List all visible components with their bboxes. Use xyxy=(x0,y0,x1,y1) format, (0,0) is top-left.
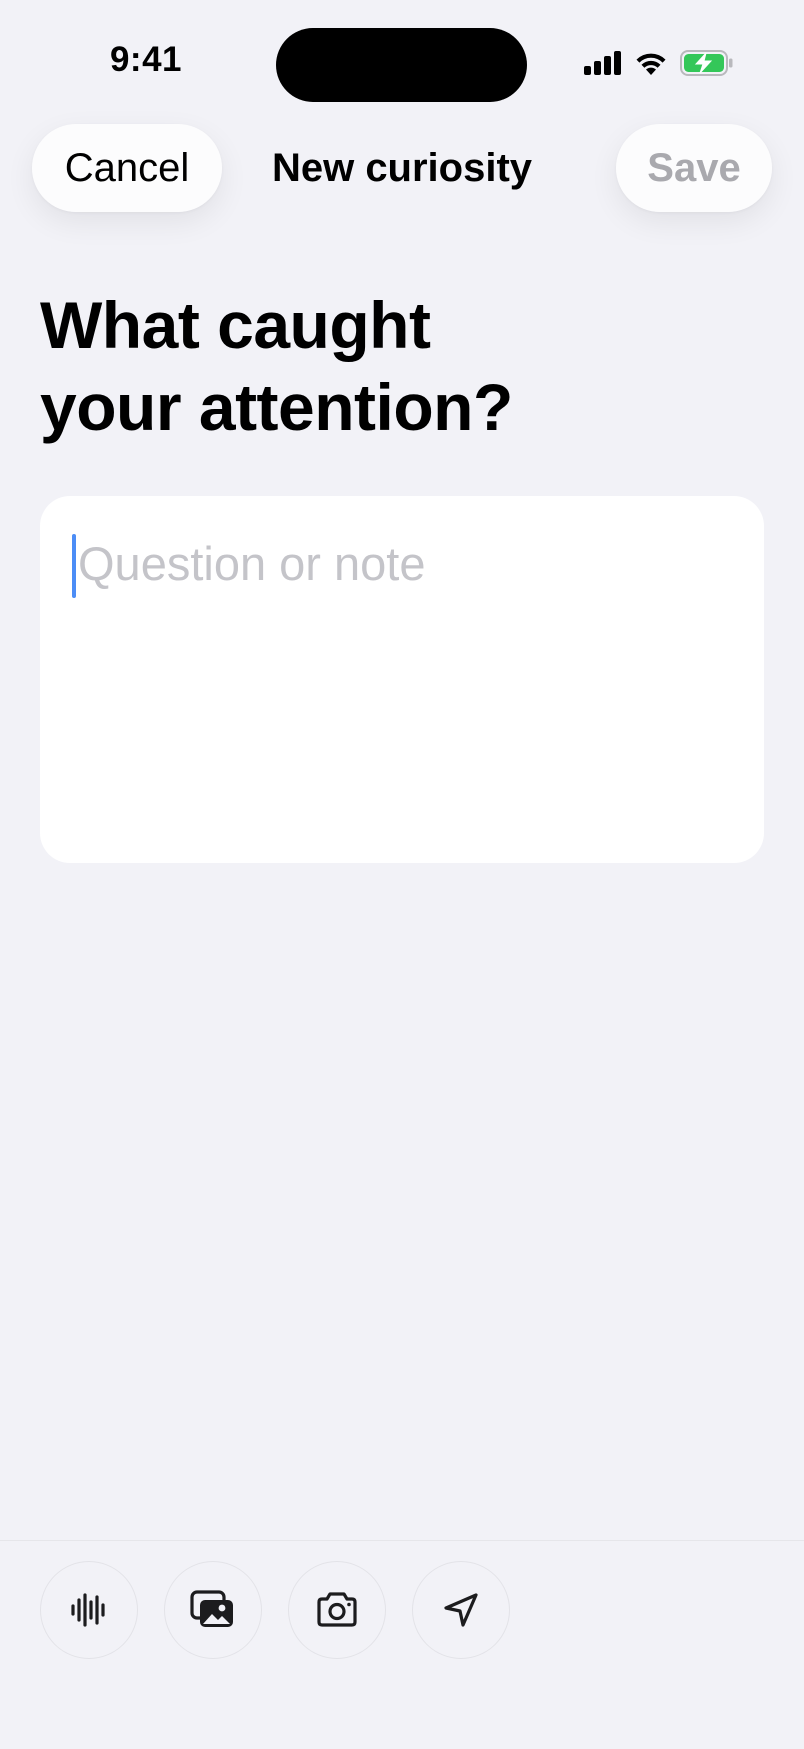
photos-icon xyxy=(190,1590,236,1630)
navigation-bar: Cancel New curiosity Save xyxy=(0,124,804,212)
record-audio-button[interactable] xyxy=(40,1561,138,1659)
new-curiosity-screen: 9:41 Cancel New curiosity Save What caug… xyxy=(0,0,804,1749)
text-caret xyxy=(72,534,76,598)
status-time: 9:41 xyxy=(109,40,183,79)
wifi-icon xyxy=(634,51,668,76)
dynamic-island xyxy=(276,28,527,102)
add-location-button[interactable] xyxy=(412,1561,510,1659)
page-heading: What caught your attention? xyxy=(40,284,740,448)
location-arrow-icon xyxy=(442,1591,480,1629)
battery-charging-icon xyxy=(680,50,734,76)
note-input[interactable] xyxy=(72,532,738,832)
note-card xyxy=(40,496,764,863)
status-icons xyxy=(584,50,734,76)
attachment-toolbar xyxy=(0,1540,804,1749)
save-button[interactable]: Save xyxy=(616,124,772,212)
cancel-button[interactable]: Cancel xyxy=(32,124,222,212)
heading-line-2: your attention? xyxy=(40,370,513,444)
camera-icon xyxy=(315,1592,359,1628)
heading-line-1: What caught xyxy=(40,288,431,362)
audio-waveform-icon xyxy=(70,1591,108,1629)
status-bar: 9:41 xyxy=(0,0,804,120)
attach-photo-button[interactable] xyxy=(164,1561,262,1659)
take-photo-button[interactable] xyxy=(288,1561,386,1659)
cellular-signal-icon xyxy=(584,51,622,75)
nav-title: New curiosity xyxy=(271,145,533,190)
